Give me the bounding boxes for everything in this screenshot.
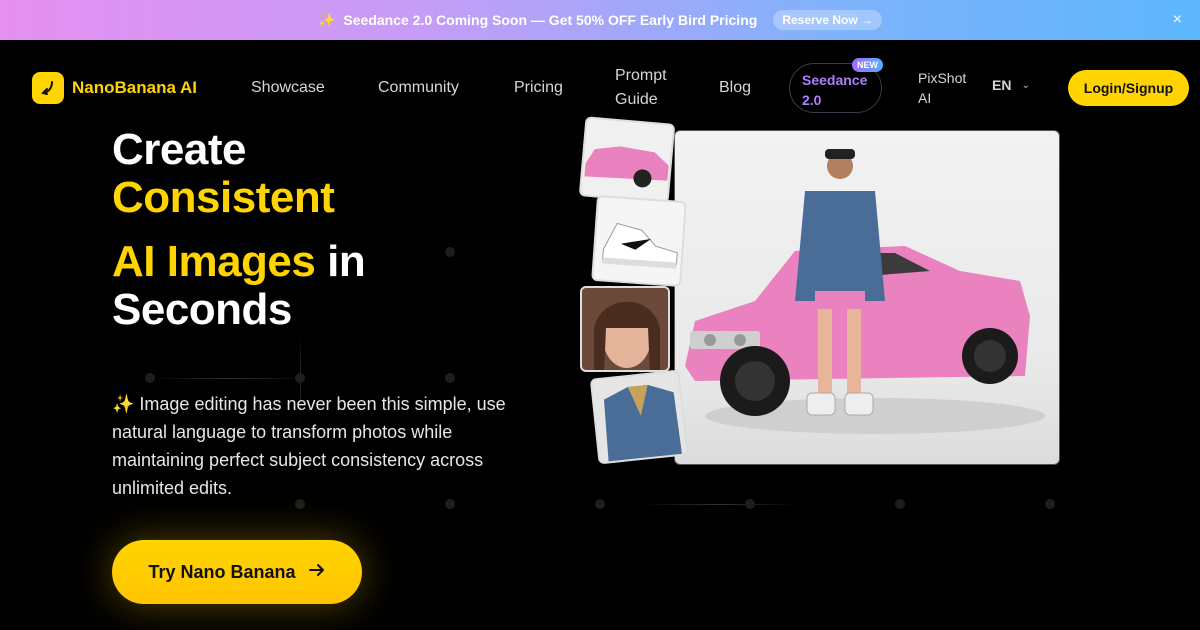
hero-subtext: ✨ Image editing has never been this simp…: [112, 394, 506, 498]
banana-icon: [32, 72, 64, 104]
close-icon[interactable]: ×: [1173, 10, 1182, 30]
brand-name: NanoBanana AI: [72, 78, 198, 97]
nav-blog[interactable]: Blog: [719, 76, 751, 100]
nav-pricing[interactable]: Pricing: [514, 76, 563, 100]
showcase-main-image: [674, 130, 1060, 465]
cta-label: Try Nano Banana: [148, 561, 296, 582]
language-selector[interactable]: EN ⌄: [992, 77, 1030, 93]
nav-prompt-guide-line2: Guide: [615, 91, 658, 108]
thumbnail-car-art: [580, 118, 676, 204]
grid-dot: [445, 247, 455, 257]
nav-prompt-guide-line1: Prompt: [615, 67, 667, 84]
language-label: EN: [992, 77, 1012, 93]
arrow-right-icon: [308, 561, 326, 584]
nav-showcase[interactable]: Showcase: [251, 76, 325, 100]
reserve-now-button[interactable]: Reserve Now →: [773, 10, 883, 30]
headline-highlight: AI Images: [112, 237, 316, 286]
headline-line3-rest: in: [315, 237, 366, 286]
seedance-line2: 2.0: [802, 92, 822, 108]
nav-seedance[interactable]: Seedance 2.0 NEW: [789, 58, 883, 113]
grid-dot: [295, 373, 305, 383]
banner-text: Seedance 2.0 Coming Soon — Get 50% OFF E…: [343, 12, 758, 28]
grid-dot: [1045, 499, 1055, 509]
thumbnail-sneaker[interactable]: [591, 194, 687, 288]
pixshot-line1: PixShot: [918, 70, 967, 86]
nav-pixshot-ai[interactable]: PixShot AI: [918, 68, 966, 108]
thumbnail-sneaker-art: [592, 197, 687, 288]
thumbnail-jacket-art: [591, 371, 689, 465]
nav-community[interactable]: Community: [378, 76, 459, 100]
grid-line: [640, 504, 800, 505]
thumbnail-jacket[interactable]: [589, 369, 689, 465]
grid-dot: [595, 499, 605, 509]
new-badge: NEW: [852, 58, 883, 72]
grid-dot: [895, 499, 905, 509]
try-nano-banana-button[interactable]: Try Nano Banana: [112, 540, 362, 604]
login-signup-button[interactable]: Login/Signup: [1068, 70, 1189, 106]
nav-prompt-guide[interactable]: Prompt Guide: [615, 64, 667, 112]
grid-dot: [145, 373, 155, 383]
banner-message: ✨ Seedance 2.0 Coming Soon — Get 50% OFF…: [318, 12, 757, 29]
sparkle-icon: ✨: [317, 11, 336, 28]
brand-logo[interactable]: NanoBanana AI: [32, 72, 197, 104]
grid-dot: [445, 373, 455, 383]
headline-line2: Consistent: [112, 173, 335, 222]
thumbnail-portrait-art: [582, 288, 668, 370]
headline-line1: Create: [112, 125, 246, 174]
grid-line: [150, 378, 310, 379]
seedance-line1: Seedance: [802, 72, 868, 88]
thumbnail-car[interactable]: [578, 116, 676, 204]
headline-line4: Seconds: [112, 285, 292, 334]
pixshot-line2: AI: [918, 90, 932, 106]
grid-dot: [745, 499, 755, 509]
headline-line3: AI Images in: [112, 237, 366, 286]
announcement-banner: ✨ Seedance 2.0 Coming Soon — Get 50% OFF…: [0, 0, 1200, 40]
chevron-down-icon: ⌄: [1021, 79, 1030, 91]
car-model-illustration: [685, 149, 1045, 434]
thumbnail-portrait[interactable]: [580, 286, 670, 372]
